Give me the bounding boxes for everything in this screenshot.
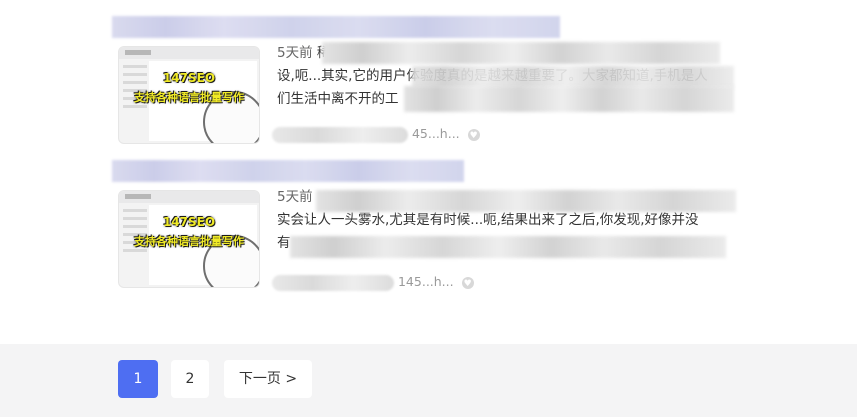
redaction-blur	[316, 190, 736, 212]
redaction-blur	[322, 42, 720, 64]
redaction-blur	[290, 236, 726, 258]
result-source[interactable]: 145...h...	[272, 272, 474, 294]
result-source[interactable]: 45...h...	[272, 124, 480, 146]
thumbnail-toolbar	[119, 191, 259, 203]
thumbnail-toolbar	[119, 47, 259, 59]
page-button-2[interactable]: 2	[171, 360, 209, 398]
heart-icon[interactable]	[467, 126, 480, 146]
source-url: 45...h...	[411, 126, 460, 141]
redaction-blur	[404, 86, 734, 112]
redaction-blur	[412, 66, 734, 88]
thumbnail-subtitle: 支持各种语言批量写作	[134, 235, 244, 248]
snippet-line-2: 实会让人一头雾水,尤其是有时候...呃,结果出来了之后,你发现,好像并没	[277, 212, 699, 228]
thumbnail-title: 147SEO	[162, 71, 216, 85]
result-time: 5天前	[277, 45, 313, 61]
result-thumbnail[interactable]: 147SEO 支持各种语言批量写作	[118, 190, 260, 288]
result-time: 5天前	[277, 189, 313, 205]
page-button-1[interactable]: 1	[118, 360, 158, 398]
source-url: 145...h...	[397, 274, 454, 289]
search-results: 147SEO 支持各种语言批量写作 5天前 稀 设,呃...其实,它的用户体验度…	[0, 0, 857, 344]
source-name-redacted	[272, 126, 408, 143]
result-thumbnail[interactable]: 147SEO 支持各种语言批量写作	[118, 46, 260, 144]
thumbnail-title: 147SEO	[162, 215, 216, 229]
result-title-redacted[interactable]	[112, 16, 560, 38]
result-title-redacted[interactable]	[112, 160, 464, 182]
pagination-bar: 1 2 下一页 >	[0, 344, 857, 417]
source-name-redacted	[272, 274, 394, 291]
heart-icon[interactable]	[461, 274, 474, 294]
thumbnail-subtitle: 支持各种语言批量写作	[134, 91, 244, 104]
next-page-button[interactable]: 下一页 >	[224, 360, 312, 398]
